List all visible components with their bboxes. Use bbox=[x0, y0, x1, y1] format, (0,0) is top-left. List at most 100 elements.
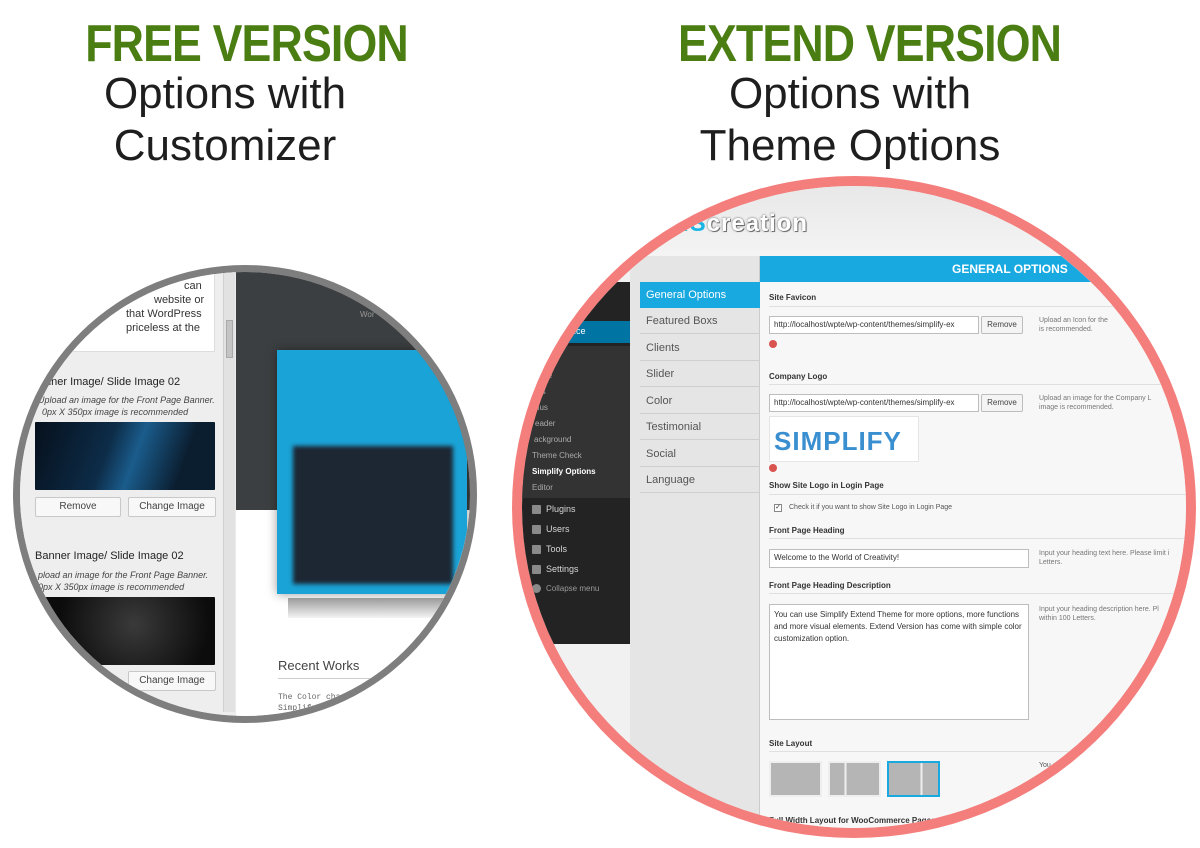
help-line: Input your heading text here. Please lim… bbox=[1039, 550, 1170, 557]
company-logo-input[interactable]: http://localhost/wpte/wp-content/themes/… bbox=[769, 394, 979, 412]
general-options-header: GENERAL OPTIONS bbox=[760, 256, 1186, 282]
extend-version-heading: EXTEND VERSION bbox=[650, 14, 1062, 74]
help-line: Input your heading description here. Pl bbox=[1039, 606, 1159, 613]
layout-full-width[interactable] bbox=[769, 761, 822, 797]
wp-menu-plugins[interactable]: Plugins bbox=[532, 504, 576, 515]
theme-options-screenshot-circle: uScreation ice ize ets nus eader ackgrou… bbox=[512, 176, 1196, 838]
preview-shadow bbox=[288, 598, 468, 618]
tab-testimonial[interactable]: Testimonial bbox=[640, 414, 760, 440]
recent-works-text: The Color changing Simplify wit Devo bbox=[278, 692, 365, 723]
woocommerce-layout-label: Full Width Layout for WooCommerce Pages bbox=[769, 816, 936, 825]
banner1-change-button[interactable]: Change Image bbox=[128, 497, 216, 517]
banner1-remove-button[interactable]: Remove bbox=[35, 497, 121, 517]
tab-social[interactable]: Social bbox=[640, 441, 760, 467]
divider bbox=[769, 494, 1186, 495]
banner2-note1: pload an image for the Front Page Banner… bbox=[38, 570, 209, 580]
show-logo-checkbox[interactable]: ✓ bbox=[774, 504, 782, 512]
favicon-remove-button[interactable]: Remove bbox=[981, 316, 1023, 334]
front-heading-label: Front Page Heading bbox=[769, 526, 845, 535]
recent-works-divider bbox=[278, 678, 470, 679]
logo-remove-icon[interactable] bbox=[769, 464, 777, 472]
wp-menu-settings[interactable]: Settings bbox=[532, 564, 579, 575]
front-heading-input[interactable]: Welcome to the World of Creativity! bbox=[769, 549, 1029, 568]
logo-remove-button[interactable]: Remove bbox=[981, 394, 1023, 412]
wp-menu-collapse[interactable]: Collapse menu bbox=[532, 584, 600, 594]
customizer-textarea[interactable]: can website or that WordPress priceless … bbox=[20, 272, 215, 352]
layout-left-sidebar[interactable] bbox=[828, 761, 881, 797]
show-logo-label: Show Site Logo in Login Page bbox=[769, 481, 884, 490]
divider bbox=[769, 751, 1186, 752]
customizer-scrollbar[interactable] bbox=[223, 272, 235, 712]
textarea-line: can bbox=[184, 280, 202, 292]
wp-menu-label: Plugins bbox=[546, 504, 576, 514]
company-logo-label: Company Logo bbox=[769, 372, 828, 381]
simplify-logo-text: SIMPLIFY bbox=[774, 426, 902, 456]
wp-menu-active[interactable]: ice bbox=[522, 321, 630, 343]
mono-line: Simplify wit bbox=[278, 704, 336, 713]
wp-menu-label: Tools bbox=[546, 544, 568, 554]
preview-laptop-image bbox=[293, 446, 453, 584]
banner2-note2: 0px X 350px image is recommended bbox=[38, 582, 185, 592]
tab-featured-boxs[interactable]: Featured Boxs bbox=[640, 308, 760, 334]
banner1-label: nner Image/ Slide Image 02 bbox=[45, 376, 181, 388]
divider bbox=[769, 593, 1186, 594]
options-panel: GENERAL OPTIONS Site Favicon http://loca… bbox=[760, 256, 1186, 828]
divider bbox=[769, 538, 1186, 539]
wp-menu-users[interactable]: Users bbox=[532, 524, 570, 535]
recent-works-heading: Recent Works bbox=[278, 658, 360, 673]
free-version-subtitle: Options with Customizer bbox=[40, 68, 410, 172]
customizer-screenshot-circle: can website or that WordPress priceless … bbox=[13, 265, 477, 723]
extend-version-subtitle: Options with Theme Options bbox=[660, 68, 1040, 172]
theme-options-tabs: General Options Featured Boxs Clients Sl… bbox=[630, 256, 770, 828]
layout-help: You c bbox=[1039, 762, 1057, 769]
textarea-line: priceless at the bbox=[126, 322, 200, 334]
layout-right-sidebar[interactable] bbox=[887, 761, 940, 797]
free-subtitle-line1: Options with bbox=[103, 69, 347, 118]
tab-clients[interactable]: Clients bbox=[640, 335, 760, 361]
extend-subtitle-line1: Options with bbox=[728, 69, 972, 118]
plugin-icon bbox=[532, 505, 541, 515]
wp-menu-label: Collapse menu bbox=[546, 584, 600, 593]
mono-line: The Color changing bbox=[278, 693, 365, 702]
collapse-icon bbox=[532, 584, 541, 594]
tab-language[interactable]: Language bbox=[640, 467, 760, 493]
wp-submenu: ize ets nus eader ackground Theme Check … bbox=[522, 346, 630, 498]
heading-desc-textarea[interactable]: You can use Simplify Extend Theme for mo… bbox=[769, 604, 1029, 720]
heading-help: Input your heading text here. Please lim… bbox=[1039, 549, 1169, 567]
favicon-help: Upload an Icon for the is recommended. bbox=[1039, 316, 1108, 334]
logo-rest: creation bbox=[706, 210, 809, 237]
tab-general-options[interactable]: General Options bbox=[640, 282, 770, 308]
wp-admin-sidebar: ice ize ets nus eader ackground Theme Ch… bbox=[522, 282, 630, 644]
site-layout-label: Site Layout bbox=[769, 739, 813, 748]
settings-icon bbox=[532, 565, 541, 575]
free-version-title: FREE VERSION bbox=[85, 15, 409, 73]
preview-small-text: Wor bbox=[360, 310, 375, 319]
banner2-label: Banner Image/ Slide Image 02 bbox=[35, 550, 184, 562]
banner2-change-button[interactable]: Change Image bbox=[128, 671, 216, 691]
mono-line: Devo bbox=[278, 715, 298, 723]
help-line: is recommended. bbox=[1039, 326, 1093, 333]
help-line: Letters. bbox=[1039, 559, 1063, 566]
tab-color[interactable]: Color bbox=[640, 388, 760, 414]
favicon-remove-icon[interactable] bbox=[769, 340, 777, 348]
site-favicon-input[interactable]: http://localhost/wpte/wp-content/themes/… bbox=[769, 316, 979, 334]
free-subtitle-line2: Customizer bbox=[113, 121, 337, 170]
admin-top-bar bbox=[522, 186, 1186, 256]
show-logo-check-text: Check it if you want to show Site Logo i… bbox=[789, 504, 953, 511]
wp-menu-tools[interactable]: Tools bbox=[532, 544, 568, 555]
customizer-panel: can website or that WordPress priceless … bbox=[20, 272, 235, 716]
free-version-heading: FREE VERSION bbox=[60, 14, 420, 74]
help-line: Upload an Icon for the bbox=[1039, 317, 1108, 324]
logo-help: Upload an image for the Company L image i… bbox=[1039, 394, 1151, 412]
scrollbar-thumb[interactable] bbox=[226, 320, 233, 358]
preview-banner bbox=[277, 350, 467, 594]
help-line: image is recommended. bbox=[1039, 404, 1114, 411]
extend-version-title: EXTEND VERSION bbox=[678, 15, 1062, 73]
textarea-line: that WordPress bbox=[126, 308, 202, 320]
divider bbox=[769, 306, 1186, 307]
wp-menu-active-label: ice bbox=[574, 326, 586, 336]
banner2-image bbox=[35, 597, 215, 665]
tab-slider[interactable]: Slider bbox=[640, 361, 760, 387]
wp-menu-label: Settings bbox=[546, 564, 579, 574]
site-favicon-label: Site Favicon bbox=[769, 293, 817, 302]
